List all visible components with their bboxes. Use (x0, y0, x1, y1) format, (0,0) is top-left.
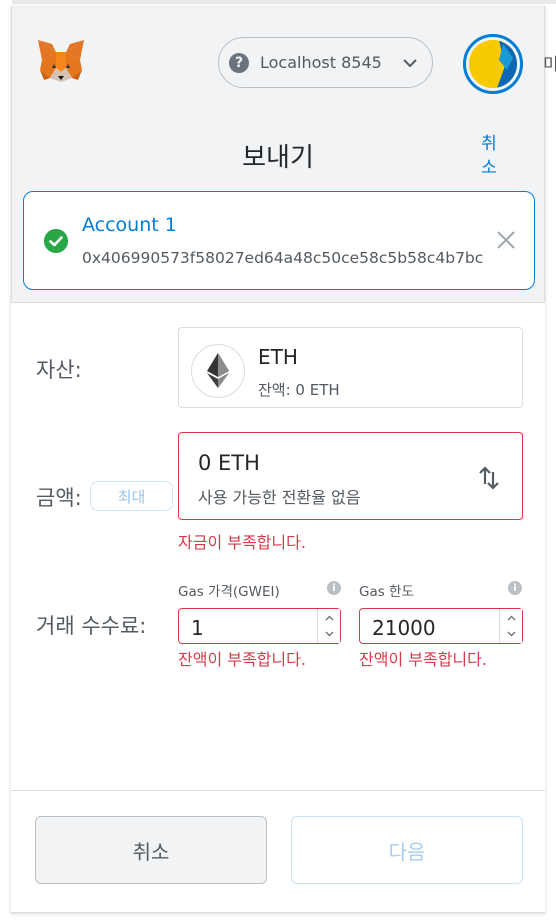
gas-price-value: 1 (191, 616, 204, 640)
amount-error: 자금이 부족합니다. (178, 533, 306, 552)
network-selector[interactable]: ? Localhost 8545 (218, 37, 433, 88)
gas-price-stepper[interactable] (317, 609, 340, 643)
next-button[interactable]: 다음 (291, 816, 523, 884)
recipient-card: Account 1 0x406990573f58027ed64a48c50ce5… (23, 191, 535, 290)
gas-price-error: 잔액이 부족합니다. (178, 650, 306, 669)
asset-label: 자산: (36, 358, 82, 382)
account-avatar[interactable] (463, 34, 523, 94)
page-title: 보내기 (242, 143, 314, 173)
info-icon[interactable]: i (508, 581, 522, 595)
browser-top-edge (0, 0, 556, 4)
amount-input[interactable]: 0 ETH 사용 가능한 전환율 없음 (178, 432, 523, 520)
gas-limit-label: Gas 한도 (359, 584, 414, 600)
chevron-down-icon[interactable] (507, 629, 516, 638)
question-circle-icon: ? (229, 52, 249, 73)
gas-limit-input[interactable]: 21000 (359, 608, 523, 644)
chevron-up-icon[interactable] (507, 614, 516, 623)
chevron-up-icon[interactable] (325, 614, 334, 623)
conversion-text: 사용 가능한 전환율 없음 (198, 488, 361, 507)
background-page-text: 미 (543, 55, 556, 75)
swap-arrows-icon[interactable] (477, 464, 501, 492)
asset-symbol: ETH (258, 345, 298, 369)
metamask-fox-logo-icon (38, 40, 84, 82)
recipient-address: 0x406990573f58027ed64a48c50ce58c5b58c4b7… (82, 249, 484, 267)
header-cancel-link[interactable]: 취소 (478, 132, 500, 180)
network-label: Localhost 8545 (260, 53, 382, 72)
check-circle-icon (44, 229, 68, 253)
eth-token-icon (191, 344, 245, 398)
chevron-down-icon[interactable] (325, 629, 334, 638)
gas-price-label: Gas 가격(GWEI) (178, 584, 280, 600)
chevron-down-icon (403, 59, 417, 68)
asset-selector[interactable]: ETH 잔액: 0 ETH (178, 327, 523, 408)
max-button[interactable]: 최대 (90, 481, 173, 511)
recipient-name: Account 1 (82, 214, 177, 236)
gas-limit-value: 21000 (372, 616, 436, 640)
amount-label: 금액: (36, 486, 82, 510)
close-icon[interactable] (495, 229, 517, 251)
identicon-icon (469, 40, 517, 88)
info-icon[interactable]: i (327, 581, 341, 595)
cancel-button[interactable]: 취소 (35, 816, 267, 884)
gas-price-input[interactable]: 1 (178, 608, 341, 644)
gas-limit-error: 잔액이 부족합니다. (359, 650, 487, 669)
amount-value: 0 ETH (198, 451, 260, 475)
asset-balance: 잔액: 0 ETH (258, 381, 340, 399)
gas-limit-stepper[interactable] (499, 609, 522, 643)
fee-label: 거래 수수료: (36, 614, 147, 638)
